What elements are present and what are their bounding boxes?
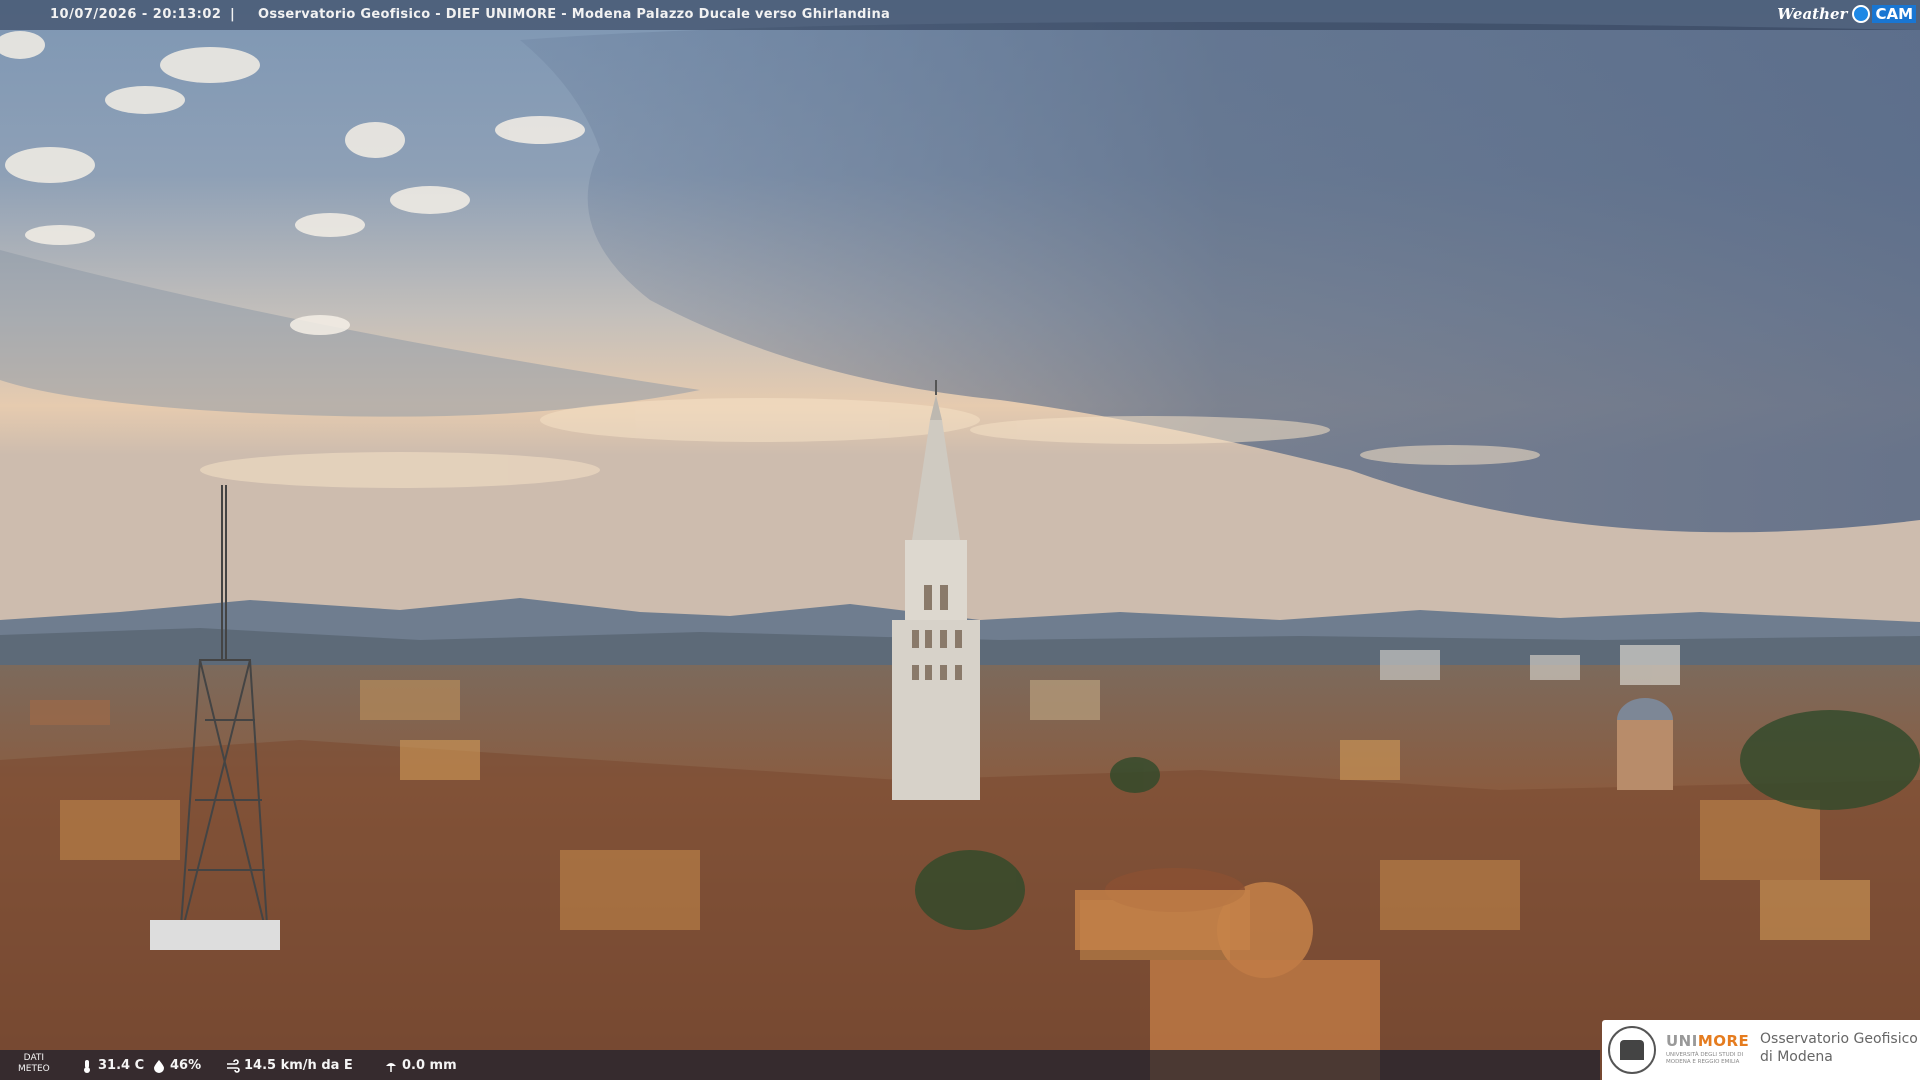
university-seal-icon	[1608, 1026, 1656, 1074]
observatory-name: Osservatorio Geofisico di Modena	[1760, 1031, 1918, 1065]
thermometer-icon	[84, 1059, 90, 1073]
humidity-value: 46%	[170, 1058, 202, 1073]
humidity-stat: 46%	[152, 1058, 201, 1073]
webcam-scene	[0, 0, 1920, 1080]
meteo-bar: DATI METEO 31.4 C 46% 14.5 km/h da E 0.0…	[0, 1050, 1600, 1080]
unimore-wordmark: UNIMORE	[1666, 1032, 1750, 1050]
timestamp: 10/07/2026 - 20:13:02	[50, 7, 222, 22]
separator: |	[230, 7, 235, 22]
temperature-stat: 31.4 C	[80, 1058, 144, 1073]
rain-icon	[386, 1062, 396, 1072]
temperature-value: 31.4 C	[98, 1058, 145, 1073]
weathercam-logo: Weather CAM	[1777, 2, 1920, 26]
rain-value: 0.0 mm	[402, 1058, 457, 1073]
weathercam-dot-icon	[1852, 5, 1871, 23]
humidity-icon	[154, 1059, 164, 1073]
wind-stat: 14.5 km/h da E	[226, 1058, 353, 1073]
brand-cam: CAM	[1872, 5, 1916, 23]
camera-title: Osservatorio Geofisico - DIEF UNIMORE - …	[258, 7, 891, 22]
wind-icon	[227, 1058, 240, 1073]
meteo-label: DATI METEO	[18, 1053, 50, 1074]
rain-stat: 0.0 mm	[384, 1058, 457, 1073]
wind-value: 14.5 km/h da E	[244, 1058, 353, 1073]
top-overlay-bar: 10/07/2026 - 20:13:02 | Osservatorio Geo…	[0, 0, 1920, 30]
unimore-subtitle: UNIVERSITÀ DEGLI STUDI DI MODENA E REGGI…	[1666, 1052, 1744, 1065]
brand-weather: Weather	[1777, 5, 1848, 23]
unimore-logo-box: UNIMORE UNIVERSITÀ DEGLI STUDI DI MODENA…	[1602, 1020, 1920, 1080]
